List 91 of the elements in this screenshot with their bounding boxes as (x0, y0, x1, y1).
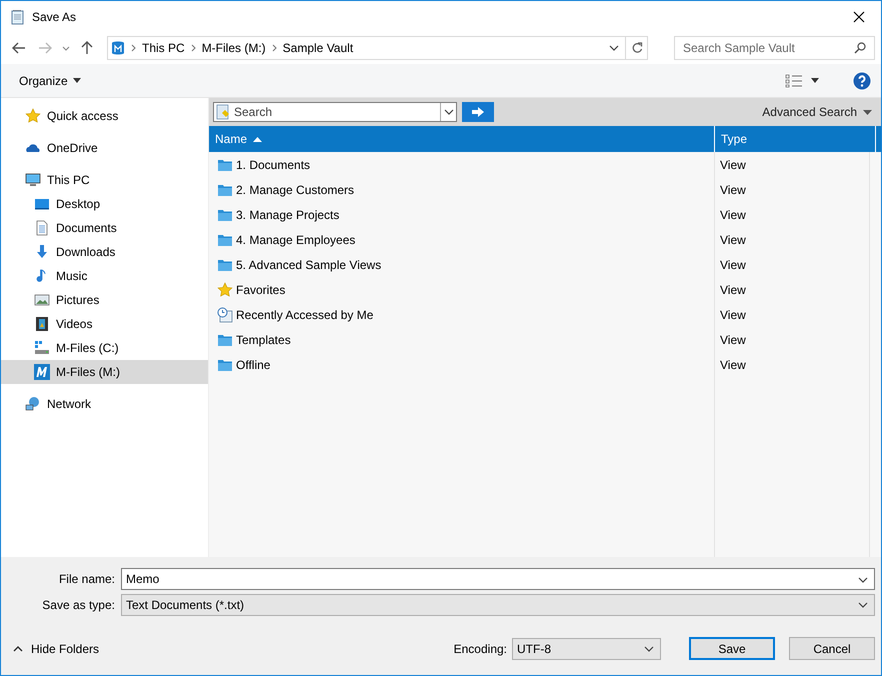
breadcrumb[interactable]: This PC (142, 41, 185, 55)
item-name[interactable]: 1. Documents (236, 158, 310, 172)
sidebar-item[interactable]: OneDrive (1, 136, 208, 160)
details-view-icon (785, 74, 803, 88)
film-icon (34, 316, 50, 332)
sidebar-item[interactable]: Quick access (1, 104, 208, 128)
chevron-down-icon (858, 602, 868, 608)
notepad-icon (10, 8, 26, 24)
chevron-down-icon (644, 646, 654, 652)
breadcrumb[interactable]: M-Files (M:) (202, 41, 266, 55)
address-bar[interactable]: This PC M-Files (M:) Sample Vault (107, 36, 648, 60)
column-header[interactable]: Type (715, 126, 876, 152)
item-type: View (719, 208, 746, 222)
right-arrow-icon (471, 106, 485, 118)
clock-icon (217, 306, 233, 322)
window-title: Save As (32, 10, 78, 24)
breadcrumb[interactable]: Sample Vault (282, 41, 354, 55)
item-name[interactable]: 5. Advanced Sample Views (236, 258, 382, 272)
right-arrow-icon (38, 42, 52, 54)
item-type: View (719, 308, 746, 322)
chevron-down-icon (444, 109, 454, 115)
file-type-dropdown[interactable]: Text Documents (*.txt) (121, 594, 875, 616)
sidebar-item[interactable]: Music (1, 264, 208, 288)
address-dropdown-icon (609, 45, 619, 51)
save-button[interactable]: Save (689, 637, 775, 660)
sidebar-item[interactable]: M-Files (M:) (1, 360, 208, 384)
dropdown-button[interactable] (440, 103, 456, 121)
chevron-down-icon (62, 46, 70, 50)
item-name[interactable]: 2. Manage Customers (236, 182, 354, 196)
encoding-dropdown[interactable]: UTF-8 (512, 638, 661, 660)
chevron-down-icon (858, 577, 868, 583)
vault-icon (111, 40, 125, 56)
recent-locations-button[interactable] (61, 46, 71, 50)
up-arrow-icon (81, 41, 93, 55)
go-button[interactable] (462, 102, 494, 122)
search-field[interactable]: Search Sample Vault (674, 36, 875, 60)
star-icon (217, 282, 233, 298)
picture-icon (34, 292, 50, 308)
file-name-field[interactable]: Memo (121, 568, 875, 590)
sidebar-item[interactable]: Videos (1, 312, 208, 336)
help-icon[interactable] (853, 72, 871, 90)
cancel-button[interactable]: Cancel (789, 637, 875, 660)
drive-icon (34, 340, 50, 356)
item-type: View (719, 158, 746, 172)
search-icon (854, 42, 866, 54)
m-logo-icon (34, 364, 50, 380)
item-type: View (719, 258, 746, 272)
separator-icon (272, 44, 277, 52)
sidebar-item[interactable]: Pictures (1, 288, 208, 312)
organize-menu[interactable]: Organize (19, 72, 81, 90)
desktop-icon (34, 196, 50, 212)
item-name[interactable]: Recently Accessed by Me (236, 308, 374, 322)
item-type: View (719, 282, 746, 296)
down-arrow-icon (34, 244, 50, 260)
sidebar-item[interactable]: Documents (1, 216, 208, 240)
sort-up-icon (253, 136, 262, 142)
left-arrow-icon (12, 42, 26, 54)
column-header[interactable]: Name (209, 126, 715, 152)
advanced-search-button[interactable]: Advanced Search (762, 105, 872, 119)
item-type: View (719, 182, 746, 196)
caret-icon (72, 78, 81, 83)
star-icon (25, 108, 41, 124)
refresh-icon (630, 42, 642, 54)
item-name[interactable]: 3. Manage Projects (236, 208, 340, 222)
document-icon (34, 220, 50, 236)
item-name[interactable]: Offline (236, 358, 270, 372)
chevron-up-icon (13, 646, 23, 652)
search-tag-icon (216, 104, 230, 120)
sidebar-item[interactable]: Network (1, 392, 208, 416)
separator-icon (131, 44, 136, 52)
item-name[interactable]: 4. Manage Employees (236, 232, 356, 246)
close-icon (852, 10, 864, 22)
vault-search-field[interactable]: Search (213, 102, 457, 122)
field-label: Encoding: (454, 642, 507, 656)
sidebar-item[interactable]: This PC (1, 168, 208, 192)
item-type: View (719, 232, 746, 246)
sidebar-item[interactable]: Desktop (1, 192, 208, 216)
separator-icon (190, 44, 196, 52)
hide-folders-button[interactable]: Hide Folders (13, 642, 100, 656)
item-type: View (719, 358, 746, 372)
caret-icon (811, 78, 819, 83)
item-name[interactable]: Templates (236, 332, 291, 346)
item-name[interactable]: Favorites (236, 282, 286, 296)
network-icon (25, 396, 41, 412)
field-label: File name: (58, 572, 116, 586)
field-label: Save as type: (41, 598, 116, 612)
caret-icon (863, 110, 872, 114)
sidebar-item[interactable]: Downloads (1, 240, 208, 264)
monitor-icon (25, 172, 41, 188)
sidebar-item[interactable]: M-Files (C:) (1, 336, 208, 360)
item-type: View (719, 332, 746, 346)
